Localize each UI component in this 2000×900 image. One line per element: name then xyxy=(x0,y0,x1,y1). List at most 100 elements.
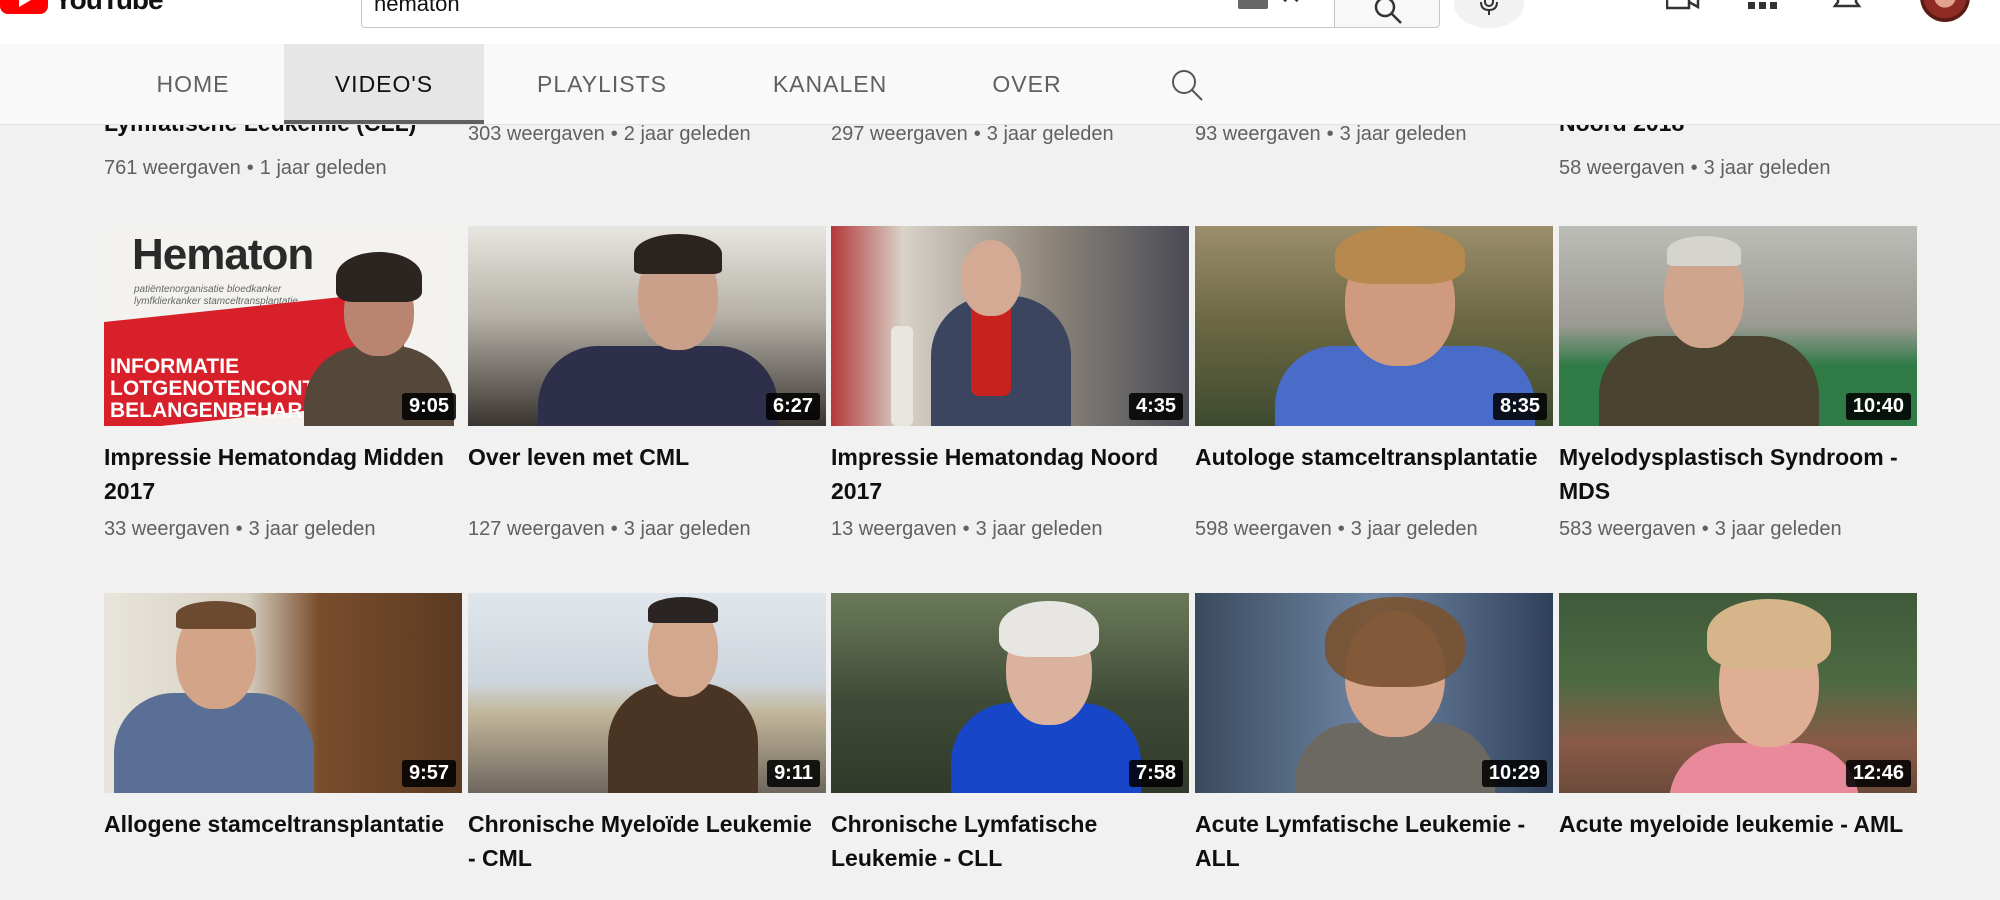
video-card[interactable]: 4:35 Impressie Hematondag Noord 2017 13 … xyxy=(831,226,1189,541)
video-thumbnail[interactable]: 8:35 xyxy=(1195,226,1553,426)
banner-text: INFORMATIE LOTGENOTENCONTA BELANGENBEHAR xyxy=(110,356,329,422)
video-duration: 10:29 xyxy=(1481,760,1547,787)
video-thumbnail[interactable]: 4:35 xyxy=(831,226,1189,426)
video-meta: 58 weergaven • 3 jaar geleden xyxy=(1559,157,1831,179)
person-hair xyxy=(634,234,722,274)
video-title[interactable]: Impressie Hematondag Midden 2017 xyxy=(104,440,454,508)
person-hair xyxy=(336,252,422,302)
user-avatar[interactable] xyxy=(1920,0,1970,22)
video-card[interactable]: 10:29 Acute Lymfatische Leukemie - ALL xyxy=(1195,593,1553,875)
video-card[interactable]: 10:40 Myelodysplastisch Syndroom - MDS 5… xyxy=(1559,226,1917,541)
video-meta: 33 weergaven • 3 jaar geleden xyxy=(104,518,376,540)
upload-age: 3 jaar geleden xyxy=(248,518,376,540)
search-input[interactable] xyxy=(372,0,1156,23)
video-thumbnail[interactable]: 10:40 xyxy=(1559,226,1917,426)
video-thumbnail[interactable]: 6:27 xyxy=(468,226,826,426)
video-title[interactable]: Acute Lymfatische Leukemie - ALL xyxy=(1195,807,1545,875)
channel-search-icon[interactable] xyxy=(1170,68,1204,102)
video-title[interactable]: Allogene stamceltransplantatie xyxy=(104,807,454,875)
view-count: 598 weergaven xyxy=(1195,518,1332,540)
video-meta: 93 weergaven • 3 jaar geleden xyxy=(1195,123,1467,145)
video-title[interactable]: Acute myeloide leukemie - AML xyxy=(1559,807,1909,875)
video-meta: 303 weergaven • 2 jaar geleden xyxy=(468,123,751,145)
video-title[interactable]: Over leven met CML xyxy=(468,440,818,508)
video-meta: 297 weergaven • 3 jaar geleden xyxy=(831,123,1114,145)
person-figure xyxy=(538,346,778,426)
tab-playlists[interactable]: PLAYLISTS xyxy=(514,44,690,124)
view-count: 93 weergaven xyxy=(1195,123,1321,145)
search-box: ✕ xyxy=(361,0,1335,28)
video-meta: 127 weergaven • 3 jaar geleden xyxy=(468,518,751,540)
channel-tabs-bar: HOME VIDEO'S PLAYLISTS KANALEN OVER xyxy=(0,44,2000,125)
video-title[interactable]: Myelodysplastisch Syndroom - MDS xyxy=(1559,440,1909,508)
view-count: 303 weergaven xyxy=(468,123,605,145)
search-button[interactable] xyxy=(1334,0,1440,28)
view-count: 13 weergaven xyxy=(831,518,957,540)
video-card[interactable]: 8:35 Autologe stamceltransplantatie 598 … xyxy=(1195,226,1553,541)
clear-search-icon[interactable]: ✕ xyxy=(1280,0,1302,8)
banner-line: LOTGENOTENCONTA xyxy=(110,377,329,400)
video-title[interactable]: Impressie Hematondag Noord 2017 xyxy=(831,440,1181,508)
create-video-icon[interactable] xyxy=(1666,0,1700,16)
video-duration: 6:27 xyxy=(765,393,820,420)
video-duration: 9:11 xyxy=(767,760,820,787)
upload-age: 3 jaar geleden xyxy=(1703,157,1831,179)
upload-age: 3 jaar geleden xyxy=(623,518,751,540)
microphone-icon xyxy=(1480,0,1498,15)
video-thumbnail[interactable]: 9:57 xyxy=(104,593,462,793)
youtube-play-icon xyxy=(0,0,48,14)
youtube-logo[interactable]: YouTube xyxy=(0,0,164,15)
video-meta: 13 weergaven • 3 jaar geleden xyxy=(831,518,1103,540)
video-meta: 598 weergaven • 3 jaar geleden xyxy=(1195,518,1478,540)
video-duration: 9:57 xyxy=(401,760,456,787)
video-card[interactable]: 7:58 Chronische Lymfatische Leukemie - C… xyxy=(831,593,1189,875)
video-card[interactable]: 9:57 Allogene stamceltransplantatie xyxy=(104,593,462,875)
video-card[interactable]: 9:11 Chronische Myeloïde Leukemie - CML xyxy=(468,593,826,875)
person-hair xyxy=(1335,226,1465,284)
person-hair xyxy=(999,601,1099,657)
upload-age: 3 jaar geleden xyxy=(975,518,1103,540)
upload-age: 3 jaar geleden xyxy=(1350,518,1478,540)
person-hair xyxy=(1707,599,1831,669)
voice-search-button[interactable] xyxy=(1454,0,1524,28)
video-thumbnail[interactable]: 12:46 xyxy=(1559,593,1917,793)
hematon-logo: Hematon xyxy=(132,230,314,279)
masthead: YouTube ✕ xyxy=(0,0,2000,44)
tab-videos[interactable]: VIDEO'S xyxy=(284,44,484,124)
view-count: 127 weergaven xyxy=(468,518,605,540)
keyboard-icon[interactable] xyxy=(1238,0,1268,9)
video-duration: 12:46 xyxy=(1845,760,1911,787)
person-hair xyxy=(176,601,256,629)
video-meta: 761 weergaven • 1 jaar geleden xyxy=(104,157,387,179)
video-duration: 7:58 xyxy=(1128,760,1183,787)
video-duration: 10:40 xyxy=(1845,393,1911,420)
oxygen-tank xyxy=(891,326,913,426)
video-thumbnail[interactable]: 9:11 xyxy=(468,593,826,793)
tab-home[interactable]: HOME xyxy=(130,44,256,124)
video-card[interactable]: Hematon patiëntenorganisatie bloedkanker… xyxy=(104,226,462,541)
notifications-bell-icon[interactable] xyxy=(1830,0,1864,14)
video-grid: Lymfatische Leukemie (CLL) 761 weergaven… xyxy=(0,0,2000,900)
video-thumbnail[interactable]: 7:58 xyxy=(831,593,1189,793)
view-count: 761 weergaven xyxy=(104,157,241,179)
video-title[interactable]: Autologe stamceltransplantatie xyxy=(1195,440,1545,508)
video-meta: 583 weergaven • 3 jaar geleden xyxy=(1559,518,1842,540)
video-card[interactable]: 6:27 Over leven met CML 127 weergaven • 3 … xyxy=(468,226,826,541)
view-count: 33 weergaven xyxy=(104,518,230,540)
person-figure xyxy=(1669,743,1859,793)
video-duration: 9:05 xyxy=(401,393,456,420)
upload-age: 2 jaar geleden xyxy=(623,123,751,145)
video-title[interactable]: Chronische Myeloïde Leukemie - CML xyxy=(468,807,818,875)
video-title[interactable]: Chronische Lymfatische Leukemie - CLL xyxy=(831,807,1181,875)
video-thumbnail[interactable]: 10:29 xyxy=(1195,593,1553,793)
apps-grid-icon[interactable] xyxy=(1748,0,1778,10)
person-hair xyxy=(1667,236,1741,266)
view-count: 297 weergaven xyxy=(831,123,968,145)
person-face xyxy=(961,240,1021,316)
tab-over[interactable]: OVER xyxy=(974,44,1080,124)
video-card[interactable]: 12:46 Acute myeloide leukemie - AML xyxy=(1559,593,1917,875)
video-thumbnail[interactable]: Hematon patiëntenorganisatie bloedkanker… xyxy=(104,226,462,426)
upload-age: 3 jaar geleden xyxy=(1339,123,1467,145)
person-figure xyxy=(1599,336,1819,426)
tab-kanalen[interactable]: KANALEN xyxy=(760,44,900,124)
